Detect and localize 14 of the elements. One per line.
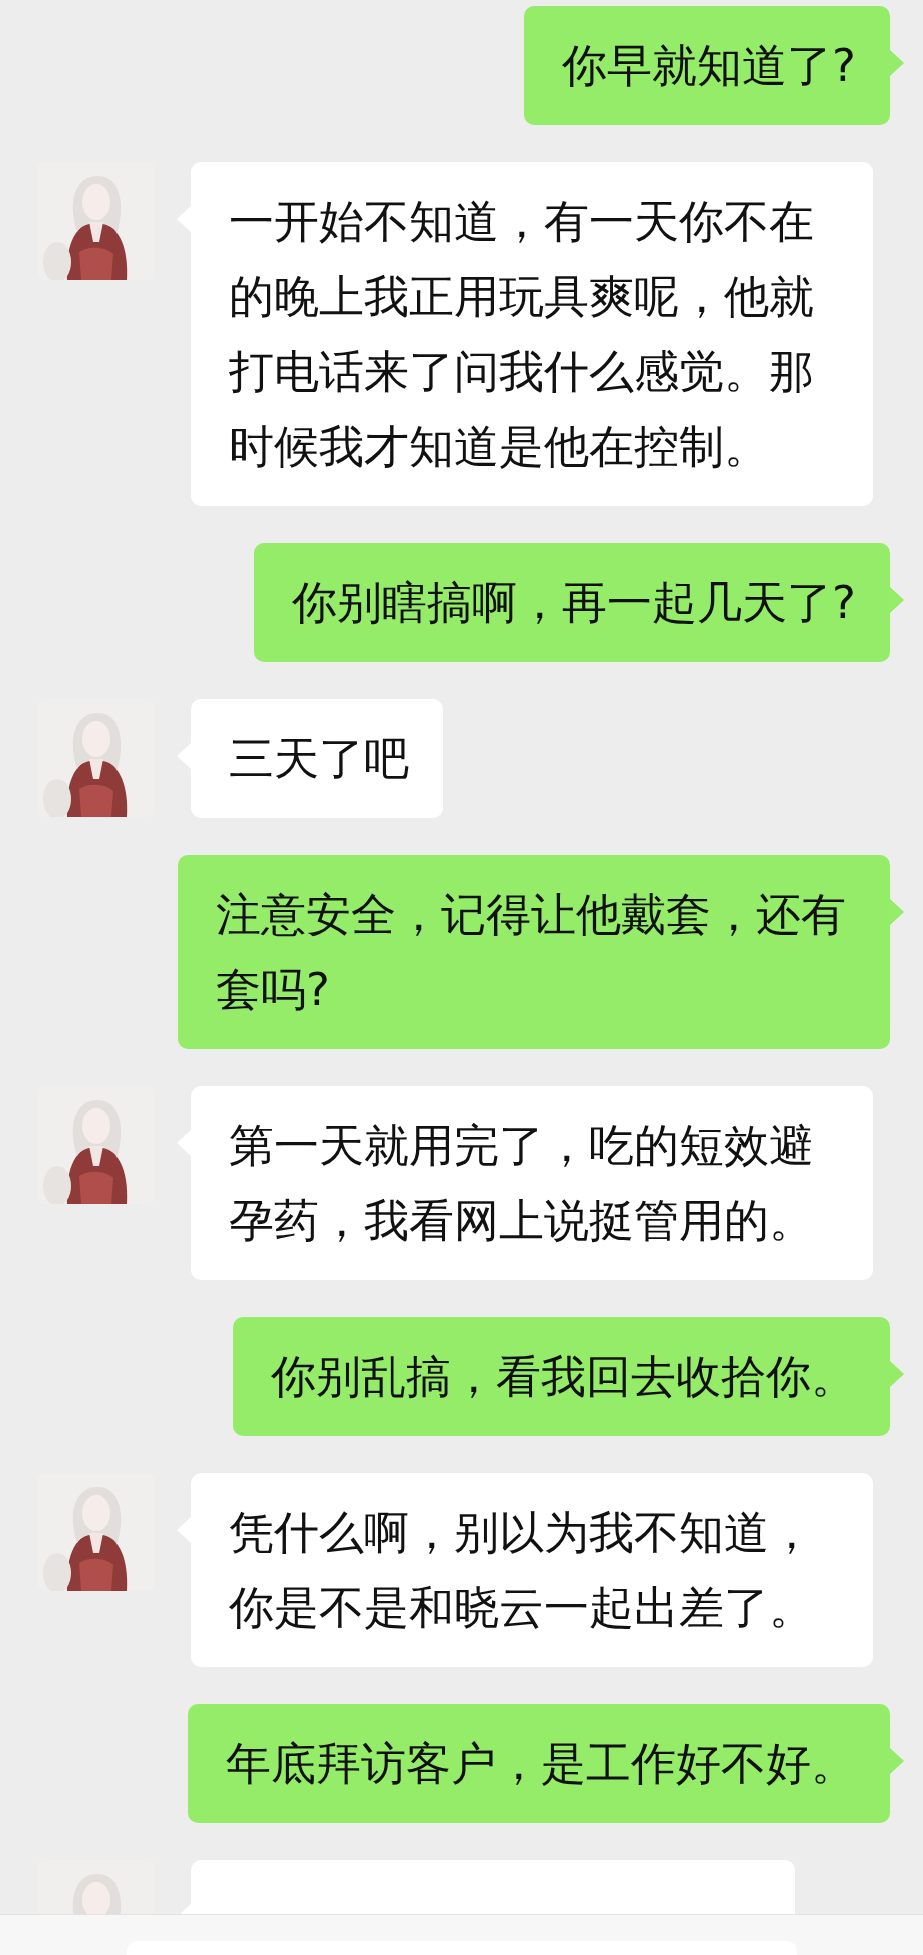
message-bubble: 三天了吧 xyxy=(191,699,443,818)
message-bubble: 年底拜访客户，是工作好不好。 xyxy=(188,1704,890,1823)
bubble-tail xyxy=(890,899,904,925)
message-bubble: 凭什么啊，别以为我不知道，你是不是和晓云一起出差了。 xyxy=(191,1473,873,1667)
message-bubble: 你别乱搞，看我回去收拾你。 xyxy=(233,1317,890,1436)
message-bubble: 注意安全，记得让他戴套，还有套吗? xyxy=(178,855,890,1049)
message-bubble: 你别瞎搞啊，再一起几天了? xyxy=(254,543,890,662)
bubble-tail xyxy=(890,587,904,613)
bubble-tail xyxy=(890,1748,904,1774)
message-bubble: 你早就知道了? xyxy=(524,6,890,125)
message-bubble: 第一天就用完了，吃的短效避孕药，我看网上说挺管用的。 xyxy=(191,1086,873,1280)
bubble-tail xyxy=(890,1361,904,1387)
bubble-tail xyxy=(890,50,904,76)
message-bubble: 一开始不知道，有一天你不在的晚上我正用玩具爽呢，他就打电话来了问我什么感觉。那时候我才知道是他在控制。 xyxy=(191,162,873,506)
